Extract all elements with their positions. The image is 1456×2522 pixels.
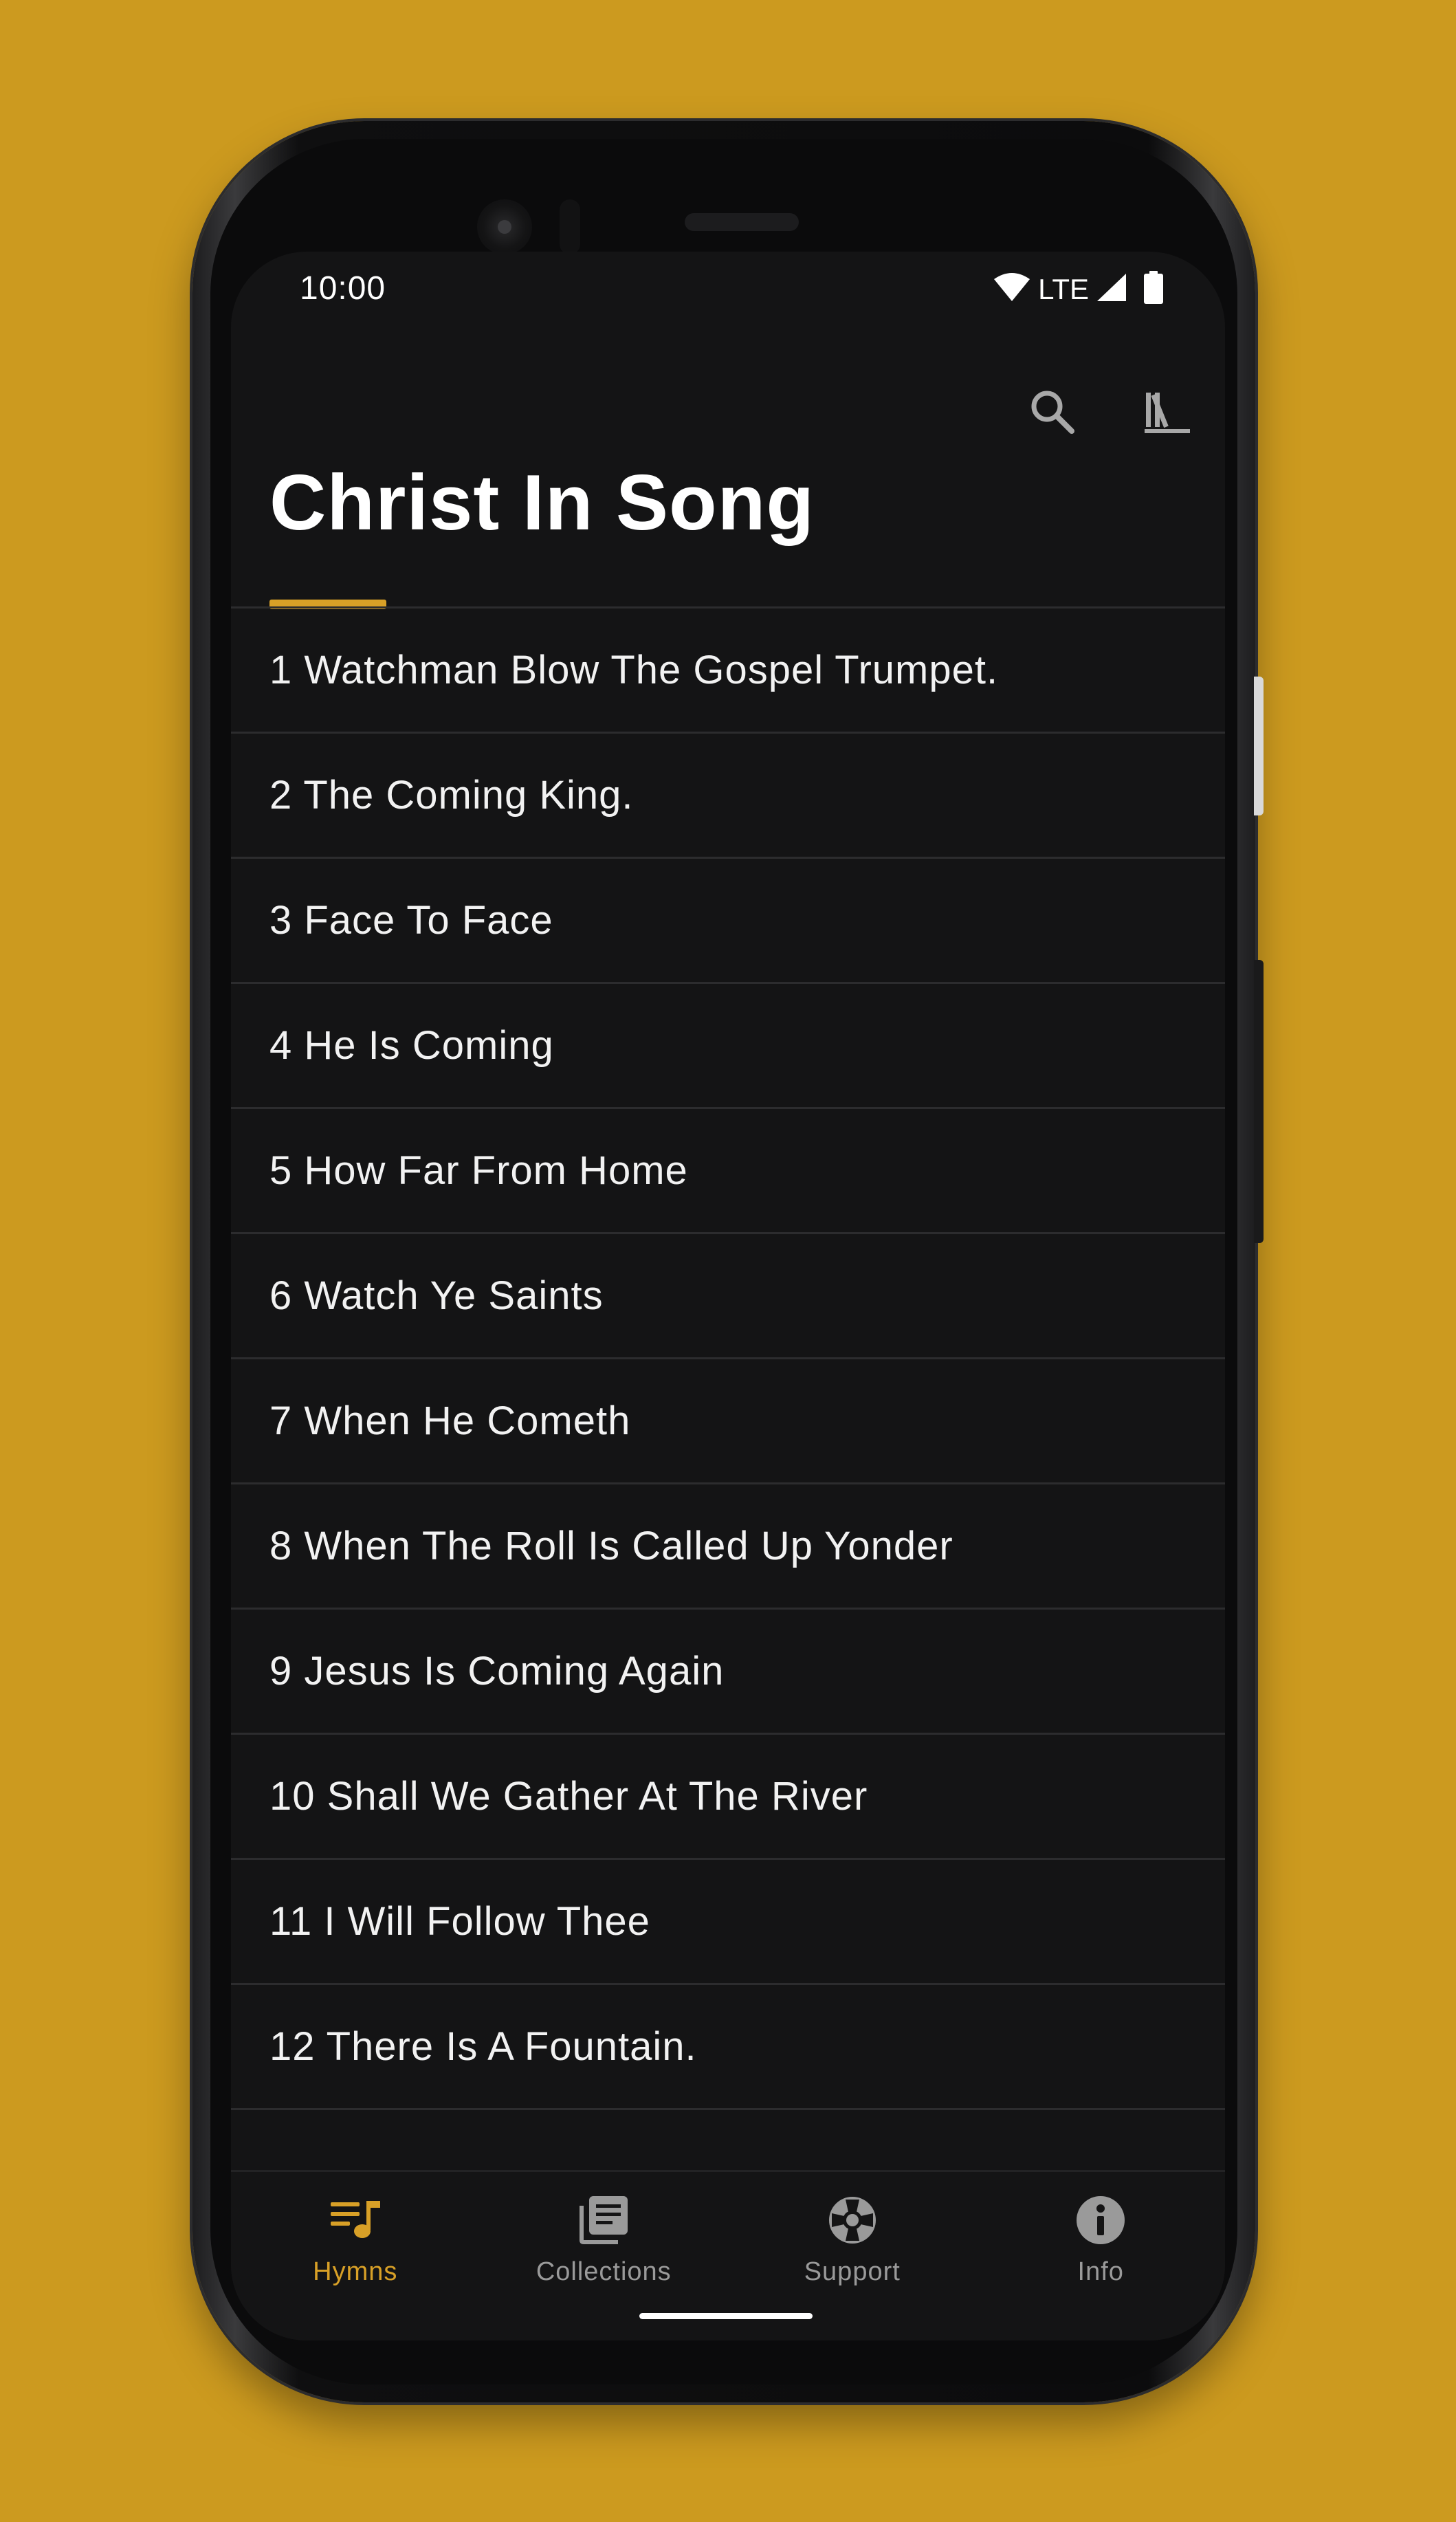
hymn-item[interactable]: 3 Face To Face — [231, 859, 1225, 984]
wifi-icon — [993, 272, 1031, 306]
nav-label-info: Info — [1077, 2257, 1124, 2286]
earpiece-speaker — [685, 213, 799, 231]
collections-icon — [576, 2193, 631, 2248]
nav-tab-hymns[interactable]: Hymns — [231, 2172, 480, 2340]
hymn-item[interactable]: 8 When The Roll Is Called Up Yonder — [231, 1484, 1225, 1610]
hymns-icon — [328, 2193, 383, 2248]
nav-tab-info[interactable]: Info — [977, 2172, 1226, 2340]
power-button — [1254, 677, 1264, 815]
app-screen: 10:00 LTE Christ In Song 1 Watchman Blow… — [231, 252, 1225, 2340]
hymn-list: 1 Watchman Blow The Gospel Trumpet. 2 Th… — [231, 606, 1225, 2110]
nav-label-hymns: Hymns — [313, 2257, 398, 2286]
support-icon — [825, 2193, 880, 2248]
nav-label-support: Support — [804, 2257, 901, 2286]
nav-label-collections: Collections — [536, 2257, 672, 2286]
hymn-item[interactable]: 5 How Far From Home — [231, 1109, 1225, 1234]
library-button[interactable] — [1110, 355, 1225, 470]
search-icon — [1029, 388, 1074, 437]
hymn-item[interactable]: 1 Watchman Blow The Gospel Trumpet. — [231, 608, 1225, 734]
hymn-item[interactable]: 6 Watch Ye Saints — [231, 1234, 1225, 1359]
hymn-item[interactable]: 2 The Coming King. — [231, 734, 1225, 859]
proximity-sensor — [560, 199, 580, 254]
hymn-item[interactable]: 4 He Is Coming — [231, 984, 1225, 1109]
page-title: Christ In Song — [269, 459, 815, 547]
status-time: 10:00 — [300, 270, 386, 307]
hymn-item[interactable]: 11 I Will Follow Thee — [231, 1860, 1225, 1985]
hymn-item[interactable]: 9 Jesus Is Coming Again — [231, 1610, 1225, 1735]
cell-signal-icon — [1096, 272, 1127, 306]
header-actions — [994, 355, 1225, 470]
home-indicator[interactable] — [639, 2313, 813, 2319]
info-icon — [1073, 2193, 1128, 2248]
battery-icon — [1144, 271, 1163, 307]
volume-rocker — [1254, 960, 1264, 1243]
hymn-item[interactable]: 12 There Is A Fountain. — [231, 1985, 1225, 2110]
network-type: LTE — [1038, 272, 1089, 305]
hymn-item[interactable]: 7 When He Cometh — [231, 1359, 1225, 1484]
status-icons: LTE — [993, 271, 1163, 307]
hymn-item[interactable]: 10 Shall We Gather At The River — [231, 1735, 1225, 1860]
search-button[interactable] — [994, 355, 1110, 470]
front-camera — [477, 199, 532, 254]
library-icon — [1143, 387, 1191, 439]
status-bar: 10:00 LTE — [231, 252, 1225, 334]
